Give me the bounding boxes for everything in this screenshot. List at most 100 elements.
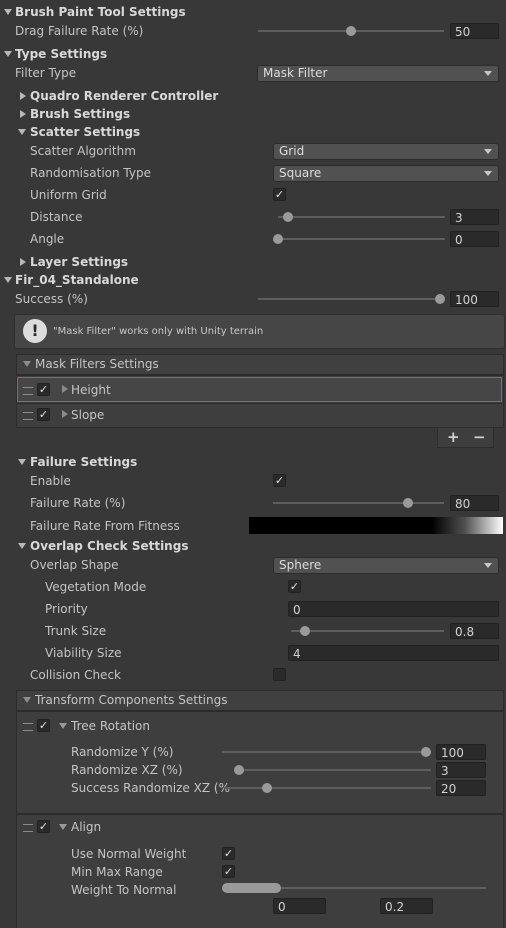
trunk-size-slider-knob[interactable] (300, 626, 310, 636)
foldout-down-icon[interactable] (4, 9, 12, 15)
fitness-curve-field[interactable] (249, 517, 503, 534)
scatter-algorithm-dropdown[interactable]: Grid (273, 143, 499, 160)
enable-checkbox[interactable]: ✓ (273, 474, 286, 487)
mask-filters-title: Mask Filters Settings (35, 357, 159, 371)
angle-slider-knob[interactable] (273, 234, 283, 244)
component-divider (17, 813, 503, 815)
prototype-header[interactable]: Fir_04_Standalone (0, 270, 506, 290)
foldout-down-icon[interactable] (59, 723, 67, 729)
type-settings-title: Type Settings (15, 47, 108, 61)
foldout-down-icon[interactable] (4, 51, 12, 57)
use-normal-weight-label: Use Normal Weight (71, 847, 187, 861)
angle-input[interactable]: 0 (450, 231, 499, 247)
min-max-range-checkbox[interactable]: ✓ (222, 865, 235, 878)
add-filter-button[interactable]: + (447, 428, 460, 446)
foldout-down-icon[interactable] (18, 543, 26, 549)
slope-filter-checkbox[interactable]: ✓ (37, 408, 50, 421)
success-xz-slider-track[interactable] (224, 787, 431, 789)
add-remove-footer: + − (437, 428, 494, 448)
failure-rate-slider-track[interactable] (273, 502, 444, 504)
randomisation-dropdown[interactable]: Square (273, 165, 499, 182)
angle-slider-track[interactable] (278, 238, 445, 240)
drag-handle-icon[interactable] (23, 412, 33, 420)
randomize-xz-slider-knob[interactable] (234, 765, 244, 775)
align-checkbox[interactable]: ✓ (37, 820, 50, 833)
vegetation-mode-label: Vegetation Mode (45, 580, 147, 594)
failure-settings-title: Failure Settings (30, 455, 138, 469)
foldout-down-icon[interactable] (4, 277, 12, 283)
drag-handle-icon[interactable] (23, 387, 33, 395)
brush-settings-header[interactable]: Brush Settings (0, 104, 506, 124)
mask-filters-header[interactable]: Mask Filters Settings (16, 354, 504, 375)
warning-icon: ! (23, 319, 47, 343)
foldout-right-icon[interactable] (62, 385, 68, 393)
drag-handle-icon[interactable] (23, 723, 33, 731)
collision-check-checkbox[interactable] (273, 668, 286, 681)
foldout-down-icon[interactable] (23, 361, 31, 367)
trunk-size-input[interactable]: 0.8 (450, 623, 499, 639)
randomize-xz-input[interactable]: 3 (436, 762, 486, 778)
tree-rotation-checkbox[interactable]: ✓ (37, 719, 50, 732)
success-xz-input[interactable]: 20 (436, 780, 486, 796)
success-slider-track[interactable] (258, 298, 444, 300)
distance-row: Distance 3 (0, 207, 506, 227)
overlap-shape-dropdown[interactable]: Sphere (273, 557, 499, 574)
failure-rate-label: Failure Rate (%) (30, 496, 126, 510)
weight-max-input[interactable]: 0.2 (380, 898, 433, 914)
weight-min-input[interactable]: 0 (273, 898, 326, 914)
filter-type-dropdown[interactable]: Mask Filter (257, 65, 499, 82)
viability-size-input[interactable]: 4 (288, 645, 499, 661)
help-message: "Mask Filter" works only with Unity terr… (53, 326, 264, 337)
success-slider-knob[interactable] (435, 294, 445, 304)
angle-label: Angle (30, 232, 65, 246)
randomize-y-label: Randomize Y (%) (71, 745, 174, 759)
scatter-settings-header[interactable]: Scatter Settings (0, 122, 506, 142)
use-normal-weight-checkbox[interactable]: ✓ (222, 847, 235, 860)
randomize-y-input[interactable]: 100 (436, 744, 486, 760)
layer-settings-header[interactable]: Layer Settings (0, 252, 506, 272)
quadro-header[interactable]: Quadro Renderer Controller (0, 86, 506, 106)
uniform-grid-checkbox[interactable]: ✓ (273, 188, 286, 201)
drag-handle-icon[interactable] (23, 824, 33, 832)
foldout-right-icon[interactable] (20, 110, 26, 118)
failure-rate-input[interactable]: 80 (450, 495, 499, 511)
randomize-xz-slider-track[interactable] (239, 769, 431, 771)
drag-failure-slider-knob[interactable] (346, 26, 356, 36)
distance-slider-knob[interactable] (283, 212, 293, 222)
distance-input[interactable]: 3 (450, 209, 499, 225)
overlap-settings-header[interactable]: Overlap Check Settings (0, 536, 506, 556)
success-input[interactable]: 100 (450, 291, 499, 307)
drag-failure-input[interactable]: 50 (450, 23, 499, 39)
trunk-size-slider-track[interactable] (291, 630, 444, 632)
layer-settings-title: Layer Settings (30, 255, 129, 269)
distance-slider-track[interactable] (278, 216, 445, 218)
weight-range-bar[interactable] (222, 883, 281, 893)
foldout-down-icon[interactable] (59, 824, 67, 830)
type-settings-header[interactable]: Type Settings (0, 44, 506, 64)
brush-paint-header[interactable]: Brush Paint Tool Settings (0, 2, 506, 22)
foldout-down-icon[interactable] (18, 129, 26, 135)
foldout-down-icon[interactable] (23, 697, 31, 703)
failure-settings-header[interactable]: Failure Settings (0, 452, 506, 472)
priority-input[interactable]: 0 (288, 601, 499, 617)
foldout-right-icon[interactable] (62, 410, 68, 418)
vegetation-mode-checkbox[interactable]: ✓ (288, 580, 301, 593)
fitness-label: Failure Rate From Fitness (30, 519, 180, 533)
enable-label: Enable (30, 474, 71, 488)
success-xz-slider-knob[interactable] (262, 783, 272, 793)
height-filter-checkbox[interactable]: ✓ (37, 383, 50, 396)
transform-settings-header[interactable]: Transform Components Settings (16, 690, 504, 711)
foldout-right-icon[interactable] (20, 258, 26, 266)
foldout-right-icon[interactable] (20, 92, 26, 100)
prototype-title: Fir_04_Standalone (15, 273, 139, 287)
enable-row: Enable ✓ (0, 471, 506, 491)
randomize-y-slider-track[interactable] (222, 751, 431, 753)
chevron-down-icon (484, 563, 492, 568)
remove-filter-button[interactable]: − (473, 428, 486, 446)
failure-rate-slider-knob[interactable] (403, 498, 413, 508)
priority-label: Priority (45, 602, 88, 616)
drag-failure-label: Drag Failure Rate (%) (15, 24, 144, 38)
filter-type-value: Mask Filter (263, 66, 328, 80)
randomize-y-slider-knob[interactable] (421, 747, 431, 757)
foldout-down-icon[interactable] (18, 459, 26, 465)
